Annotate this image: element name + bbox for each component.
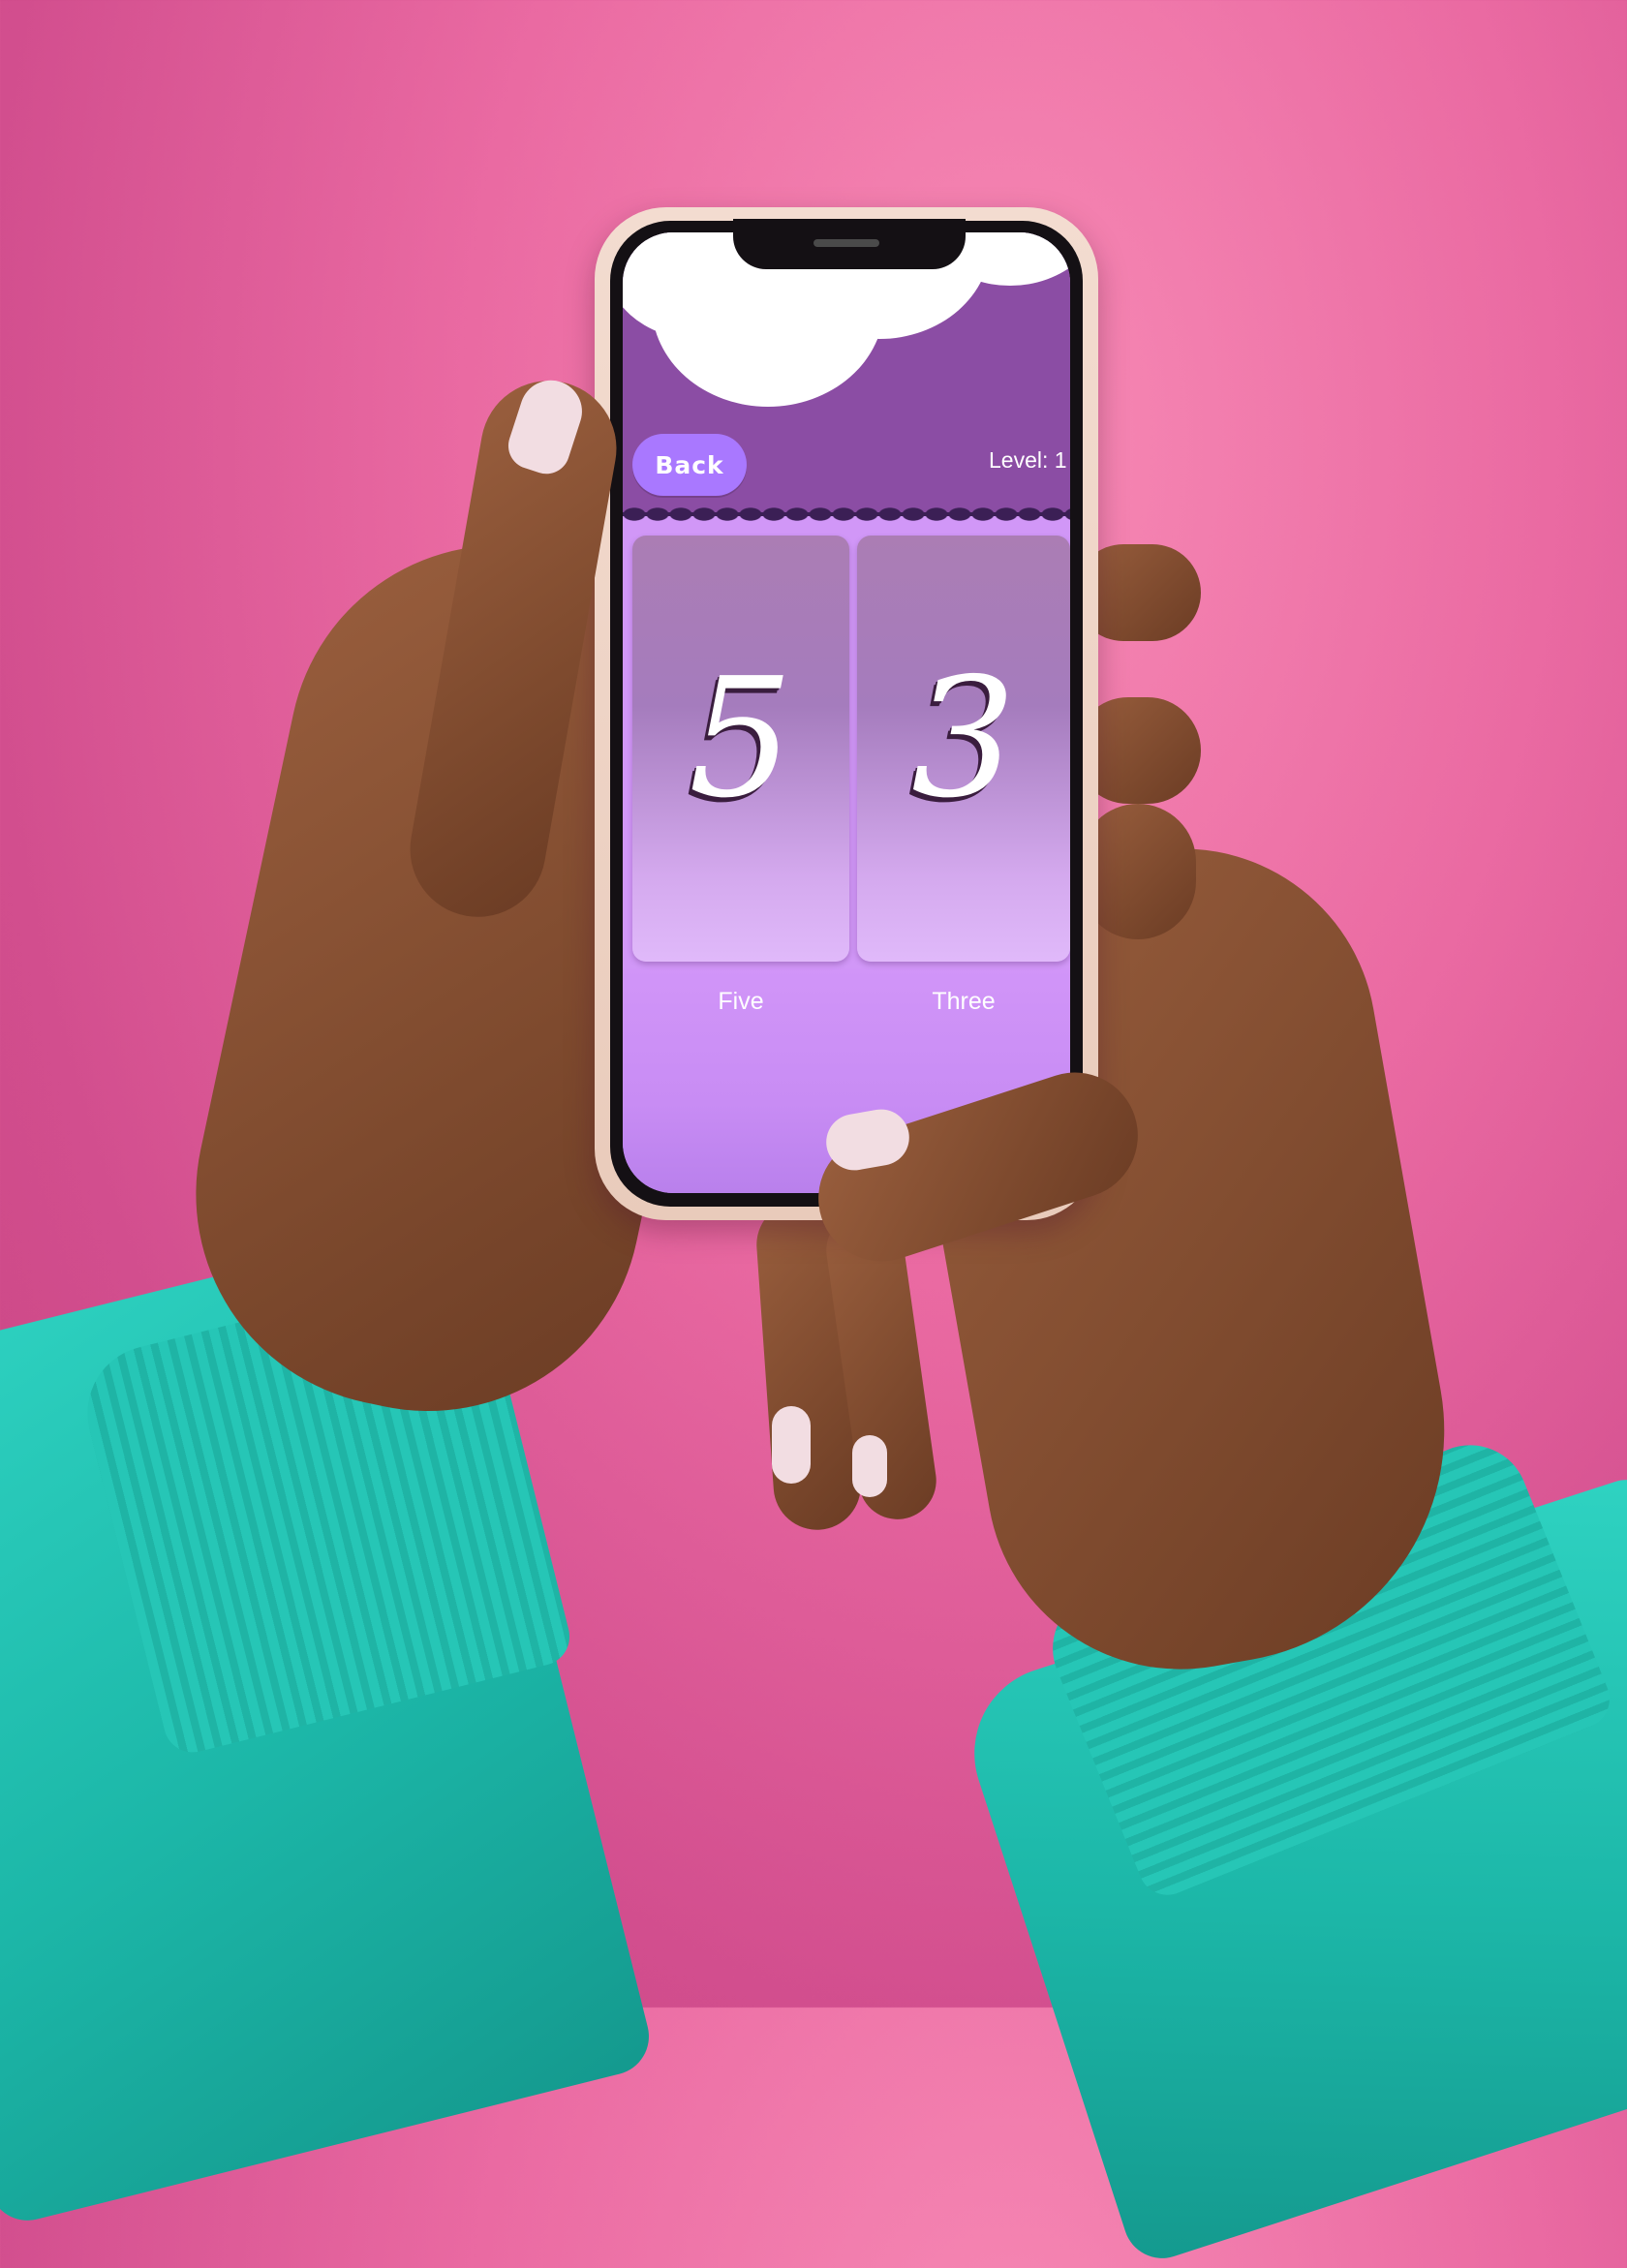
- fingernail: [852, 1435, 887, 1497]
- fingernail: [772, 1406, 811, 1484]
- number-digit: 5: [688, 643, 794, 835]
- number-card-three[interactable]: 3: [857, 536, 1070, 962]
- phone-screen: Back Level: 1 5 3 Five Three: [623, 232, 1070, 1193]
- number-word: Five: [718, 988, 764, 1015]
- speaker-grille: [814, 239, 879, 247]
- back-button[interactable]: Back: [632, 434, 747, 496]
- number-word: Three: [932, 988, 996, 1015]
- level-indicator: Level: 1: [989, 447, 1067, 473]
- number-digit: 3: [910, 643, 1017, 835]
- number-card-five[interactable]: 5: [632, 536, 849, 962]
- chain-divider: [623, 506, 1070, 523]
